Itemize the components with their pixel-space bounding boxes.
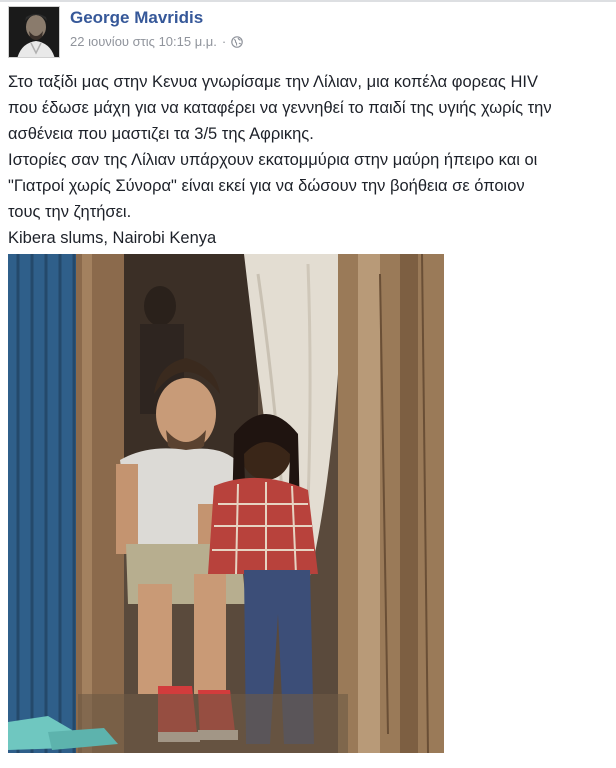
- avatar[interactable]: [8, 6, 60, 58]
- timestamp-link[interactable]: 22 ιουνίου στις 10:15 μ.μ.: [70, 34, 217, 49]
- post-text-line: ασθένεια που μαστιζει τα 3/5 της Αφρικης…: [8, 125, 314, 143]
- meta-separator: ·: [221, 34, 227, 49]
- top-border: [0, 0, 616, 2]
- post-photo[interactable]: [8, 254, 444, 753]
- post-text-line: Στο ταξίδι μας στην Κενυα γνωρίσαμε την …: [8, 73, 538, 91]
- globe-icon[interactable]: [231, 35, 244, 48]
- avatar-image: [9, 7, 59, 57]
- post-text-line: "Γιατροί χωρίς Σύνορα" είναι εκεί για να…: [8, 177, 525, 195]
- post-text: Στο ταξίδι μας στην Κενυα γνωρίσαμε την …: [8, 69, 608, 251]
- post-text-line: Kibera slums, Nairobi Kenya: [8, 229, 217, 247]
- post-header: George Mavridis 22 ιουνίου στις 10:15 μ.…: [8, 6, 244, 58]
- photo-illustration: [8, 254, 444, 753]
- post-text-line: τους την ζητήσει.: [8, 203, 132, 221]
- post-text-line: Ιστορίες σαν της Λίλιαν υπάρχουν εκατομμ…: [8, 151, 538, 169]
- author-name-link[interactable]: George Mavridis: [70, 7, 243, 29]
- post-text-line: που έδωσε μάχη για να καταφέρει να γεννη…: [8, 99, 552, 117]
- post-meta: 22 ιουνίου στις 10:15 μ.μ. ·: [70, 34, 244, 49]
